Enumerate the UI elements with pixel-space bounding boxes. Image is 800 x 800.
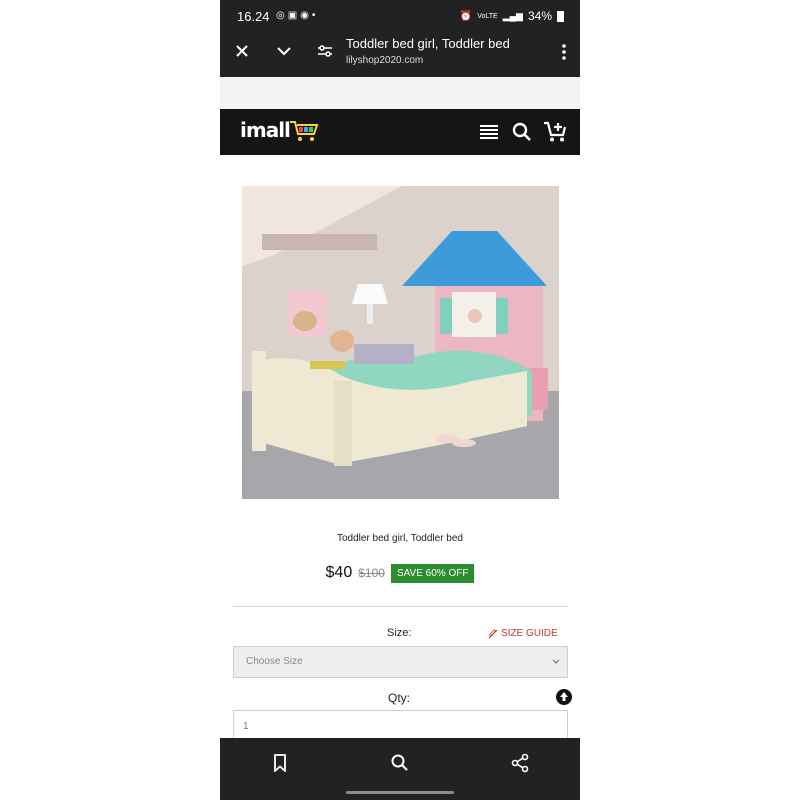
- custom-tab-toolbar: Toddler bed girl, Toddler bed lilyshop20…: [220, 32, 580, 77]
- search-icon[interactable]: [390, 753, 410, 773]
- page-domain[interactable]: lilyshop2020.com: [346, 55, 423, 66]
- size-select[interactable]: Choose Size: [233, 646, 568, 678]
- close-icon[interactable]: [232, 41, 252, 61]
- phone-screen: 16.24 ◎▣◉• ⏰ VoLTE ▂▄▆ 34% Toddler bed g…: [220, 0, 580, 800]
- save-badge: SAVE 60% OFF: [390, 563, 475, 583]
- page-title[interactable]: Toddler bed girl, Toddler bed: [346, 36, 510, 51]
- alarm-icon: ⏰: [459, 10, 473, 22]
- signal-icon: ▂▄▆: [502, 10, 523, 21]
- site-logo[interactable]: imall: [236, 115, 324, 145]
- search-icon[interactable]: [512, 122, 532, 142]
- status-time: 16.24: [237, 9, 270, 24]
- bookmark-icon[interactable]: [272, 754, 288, 772]
- signal-text: VoLTE: [477, 12, 498, 20]
- original-price: $100: [358, 566, 385, 580]
- instagram-icon: ◎: [276, 10, 288, 21]
- overflow-menu-icon[interactable]: [560, 42, 568, 62]
- divider: [233, 606, 568, 607]
- size-guide-label: SIZE GUIDE: [501, 628, 558, 639]
- home-indicator[interactable]: [346, 791, 454, 794]
- qty-value: 1: [243, 721, 249, 732]
- ruler-icon: [488, 628, 498, 638]
- notification-icons: ◎▣◉•: [276, 10, 318, 21]
- banner-strip: [220, 77, 580, 109]
- status-right: ⏰ VoLTE ▂▄▆ 34%: [460, 9, 564, 23]
- logo-text: imall: [240, 118, 291, 142]
- dot-icon: •: [311, 10, 319, 21]
- product-name: Toddler bed girl, Toddler bed: [336, 533, 463, 544]
- camera-icon: ◉: [300, 10, 312, 21]
- price-row: $40 $100 SAVE 60% OFF: [220, 562, 580, 584]
- toddler-bed-photo: [242, 186, 559, 499]
- battery-level: 34%: [527, 9, 552, 23]
- battery-icon: [557, 10, 564, 22]
- qty-input[interactable]: 1: [233, 710, 568, 740]
- chevron-down-icon[interactable]: [274, 41, 294, 61]
- menu-icon[interactable]: [480, 124, 498, 140]
- size-select-placeholder: Choose Size: [246, 656, 303, 667]
- size-guide-link[interactable]: SIZE GUIDE: [488, 628, 558, 639]
- logo-cart-icon: [290, 121, 319, 141]
- size-label: Size:: [387, 627, 412, 639]
- qty-label: Qty:: [388, 691, 411, 705]
- scroll-to-top-icon[interactable]: [556, 689, 572, 705]
- chevron-down-icon: [552, 659, 560, 664]
- bottom-toolbar: [220, 738, 580, 800]
- status-bar: 16.24 ◎▣◉• ⏰ VoLTE ▂▄▆ 34%: [220, 0, 580, 32]
- share-icon[interactable]: [510, 753, 530, 773]
- current-price: $40: [325, 564, 353, 581]
- site-settings-icon[interactable]: [316, 42, 334, 60]
- site-header: imall: [220, 109, 580, 155]
- product-image[interactable]: [242, 186, 559, 499]
- shopping-bag-icon: ▣: [287, 10, 301, 21]
- cart-icon[interactable]: [543, 121, 567, 143]
